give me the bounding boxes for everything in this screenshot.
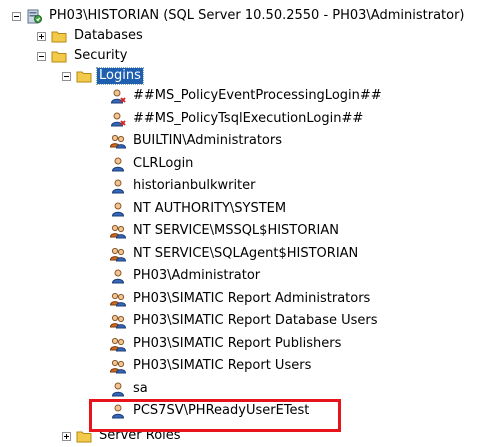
login-label: NT SERVICE\MSSQL$HISTORIAN xyxy=(133,223,339,238)
login-item[interactable]: PH03\Administrator xyxy=(110,266,262,286)
sql-server-icon xyxy=(27,9,42,24)
tree-node-security[interactable]: Security xyxy=(37,46,129,66)
login-item[interactable]: CLRLogin xyxy=(110,154,195,174)
login-item[interactable]: PH03\SIMATIC Report Users xyxy=(110,356,313,376)
login-label: PH03\SIMATIC Report Database Users xyxy=(133,313,378,328)
disabled-login-icon xyxy=(110,89,126,104)
folder-icon xyxy=(51,31,67,43)
group-login-icon xyxy=(110,359,126,374)
login-label: ##MS_PolicyEventProcessingLogin## xyxy=(133,88,382,103)
tree-node-databases[interactable]: Databases xyxy=(37,26,145,46)
user-login-icon xyxy=(111,202,125,216)
tree-node-logins[interactable]: Logins xyxy=(62,66,144,86)
group-login-icon xyxy=(110,337,126,351)
login-label: PH03\Administrator xyxy=(133,268,261,283)
server-label: PH03\HISTORIAN (SQL Server 10.50.2550 - … xyxy=(49,8,465,23)
folder-open-icon xyxy=(76,71,92,83)
login-label: NT AUTHORITY\SYSTEM xyxy=(133,200,287,216)
group-login-icon xyxy=(110,224,126,239)
expand-toggle[interactable] xyxy=(62,431,71,441)
logins-label: Logins xyxy=(96,67,144,85)
user-login-icon xyxy=(111,382,125,396)
login-label: historianbulkwriter xyxy=(133,178,256,193)
login-label: CLRLogin xyxy=(133,155,194,171)
login-item[interactable]: PH03\SIMATIC Report Administrators xyxy=(110,289,372,309)
highlight-box xyxy=(89,399,341,432)
login-item[interactable]: NT AUTHORITY\SYSTEM xyxy=(110,199,288,219)
group-login-icon xyxy=(110,314,126,329)
user-login-icon xyxy=(111,269,125,284)
login-label: sa xyxy=(133,380,148,396)
login-item[interactable]: NT SERVICE\SQLAgent$HISTORIAN xyxy=(110,244,360,264)
collapse-toggle[interactable] xyxy=(37,51,46,61)
databases-label: Databases xyxy=(74,28,143,43)
collapse-toggle[interactable] xyxy=(12,11,21,21)
login-item[interactable]: PH03\SIMATIC Report Database Users xyxy=(110,311,380,331)
user-login-icon xyxy=(111,179,125,194)
login-label: PH03\SIMATIC Report Administrators xyxy=(133,290,371,306)
login-item[interactable]: historianbulkwriter xyxy=(110,176,258,196)
user-login-icon xyxy=(111,157,125,171)
login-item[interactable]: NT SERVICE\MSSQL$HISTORIAN xyxy=(110,221,341,241)
login-item[interactable]: BUILTIN\Administrators xyxy=(110,131,284,151)
expand-toggle[interactable] xyxy=(37,31,46,41)
login-item[interactable]: sa xyxy=(110,379,150,399)
login-label: PH03\SIMATIC Report Publishers xyxy=(133,335,342,351)
group-login-icon xyxy=(110,292,126,306)
folder-open-icon xyxy=(51,51,67,63)
login-label: NT SERVICE\SQLAgent$HISTORIAN xyxy=(133,245,359,261)
disabled-login-icon xyxy=(110,112,126,126)
security-label: Security xyxy=(74,48,128,63)
login-item[interactable]: PH03\SIMATIC Report Publishers xyxy=(110,334,343,354)
login-item[interactable]: ##MS_PolicyTsqlExecutionLogin## xyxy=(110,109,365,129)
login-item[interactable]: ##MS_PolicyEventProcessingLogin## xyxy=(110,86,384,106)
group-login-icon xyxy=(110,247,126,261)
tree-node-server[interactable]: PH03\HISTORIAN (SQL Server 10.50.2550 - … xyxy=(12,6,467,26)
login-label: BUILTIN\Administrators xyxy=(133,133,282,148)
collapse-toggle[interactable] xyxy=(62,71,71,81)
group-login-icon xyxy=(110,134,126,149)
login-label: PH03\SIMATIC Report Users xyxy=(133,358,312,373)
login-label: ##MS_PolicyTsqlExecutionLogin## xyxy=(133,110,364,126)
